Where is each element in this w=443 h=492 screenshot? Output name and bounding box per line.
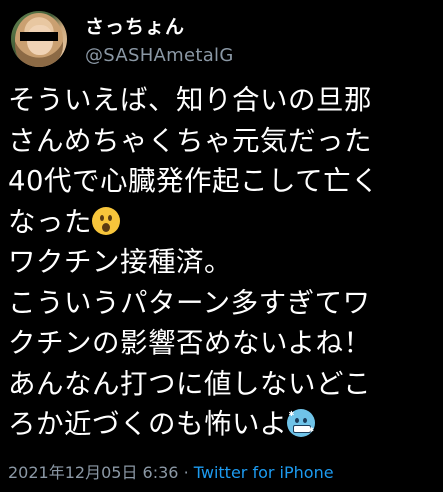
tweet-line: ろか近づくのも怖いよ [8,408,288,440]
tweet-line-with-emoji: ろか近づくのも怖いよ ✱ ✱ [8,404,438,445]
avatar[interactable] [11,11,67,67]
tweet-line: あんなん打つに値しないどこ [8,367,372,400]
tweet-line-with-emoji: なった [8,202,438,243]
tweet-meta: 2021年12月05日 6:36 · Twitter for iPhone [8,459,334,483]
cold-face-icon: ✱ ✱ [287,409,316,437]
display-name[interactable]: さっちょん [85,12,185,39]
tweet-source-link[interactable]: Twitter for iPhone [194,463,334,482]
meta-separator: · [183,463,189,482]
avatar-censor-bar [20,32,58,41]
tweet-line: 40代で心臓発作起こして亡く [8,165,380,197]
tweet-line: クチンの影響否めないよね！ [8,327,372,359]
tweet-line: こういうパターン多すぎてワ [8,286,371,319]
tweet-timestamp[interactable]: 2021年12月05日 6:36 [8,463,178,482]
tweet-line: なった [8,205,92,238]
tweet-line: さんめちゃくちゃ元気だった [8,124,372,157]
tweet-text: そういえば、知り合いの旦那 さんめちゃくちゃ元気だった 40代で心臓発作起こして… [8,80,438,445]
user-handle[interactable]: @SASHAmetalG [85,45,234,66]
tweet-line: ワクチン接種済。 [8,246,232,278]
tweet-line: そういえば、知り合いの旦那 [8,84,372,116]
tweet-header: さっちょん @SASHAmetalG [0,0,443,76]
hushed-face-icon [92,206,120,235]
